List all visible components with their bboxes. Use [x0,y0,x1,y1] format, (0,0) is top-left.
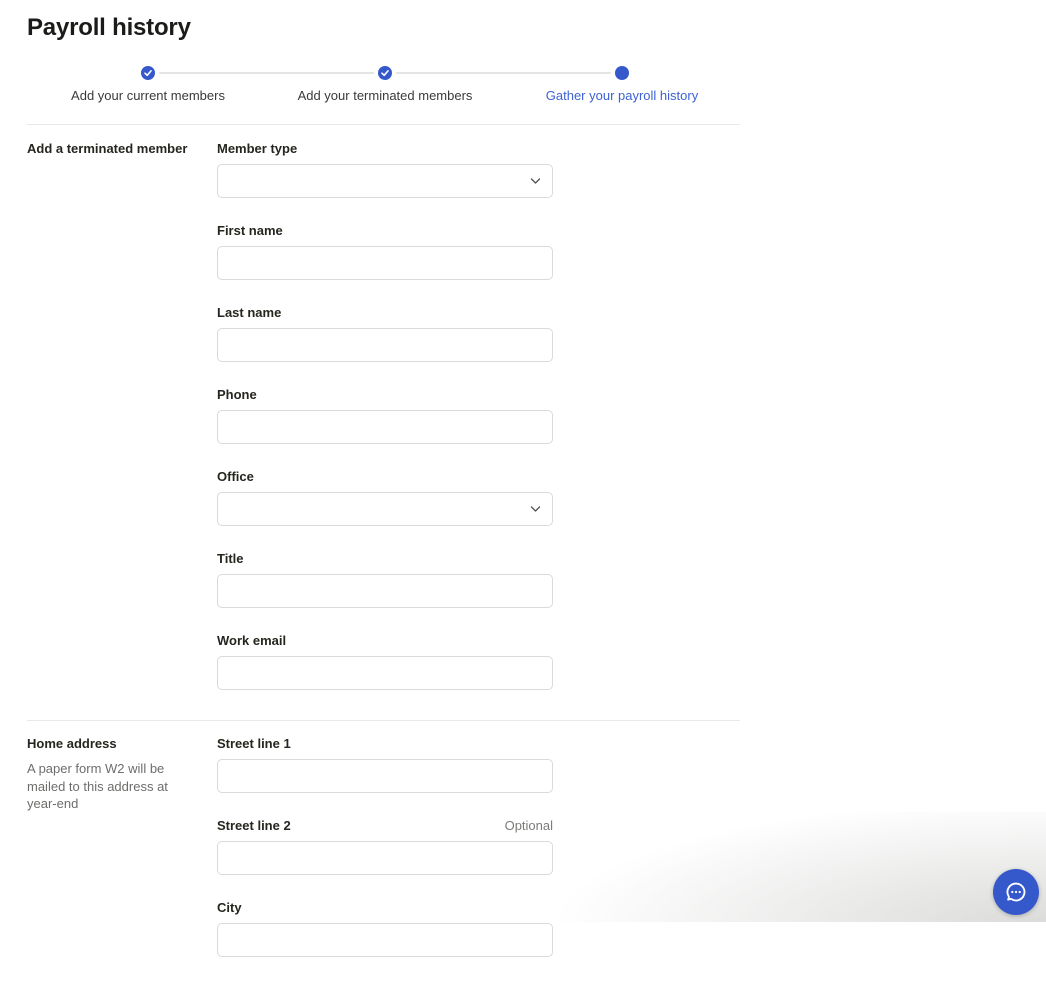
field-title: Title [217,552,553,608]
field-label: Phone [217,387,257,402]
check-circle-icon [141,66,155,80]
field-label: Street line 1 [217,736,291,751]
field-label: Member type [217,141,298,156]
filled-dot-icon [615,66,629,80]
field-label: Work email [217,633,287,648]
progress-stepper: Add your current members Add your termin… [27,66,740,106]
phone-input[interactable] [217,410,553,444]
field-label: Last name [217,305,282,320]
step-label: Add your terminated members [297,88,473,103]
payroll-history-form: Add a terminated member Member type Firs… [27,124,740,987]
title-input[interactable] [217,574,553,608]
check-circle-icon [378,66,392,80]
field-city: City [217,901,553,957]
work-email-input[interactable] [217,656,553,690]
step-label: Add your current members [71,88,225,103]
member-type-select[interactable] [217,164,553,198]
field-label: Title [217,551,244,566]
field-first-name: First name [217,224,553,280]
field-label: Street line 2 [217,818,291,833]
field-label: First name [217,223,283,238]
section-heading: Add a terminated member [27,141,188,156]
street-line-2-input[interactable] [217,841,553,875]
field-last-name: Last name [217,306,553,362]
step-add-current-members[interactable]: Add your current members [38,66,258,103]
step-label: Gather your payroll history [545,88,699,103]
optional-tag: Optional [504,818,553,833]
step-gather-payroll-history[interactable]: Gather your payroll history [512,66,732,103]
first-name-input[interactable] [217,246,553,280]
street-line-1-input[interactable] [217,759,553,793]
field-label: Office [217,469,254,484]
office-select[interactable] [217,492,553,526]
section-heading: Home address [27,736,117,751]
section-help-text: A paper form W2 will be mailed to this a… [27,761,168,811]
step-add-terminated-members[interactable]: Add your terminated members [275,66,495,103]
section-add-terminated-member: Add a terminated member Member type Firs… [27,124,740,720]
chevron-down-icon [529,503,542,516]
page-title: Payroll history [27,14,191,41]
field-member-type: Member type [217,142,553,198]
chevron-down-icon [529,175,542,188]
field-street-line-2: Street line 2 Optional [217,819,553,875]
chat-launcher-button[interactable] [993,869,1039,915]
field-work-email: Work email [217,634,553,690]
city-input[interactable] [217,923,553,957]
field-street-line-1: Street line 1 [217,737,553,793]
field-phone: Phone [217,388,553,444]
section-home-address: Home address A paper form W2 will be mai… [27,720,740,987]
field-office: Office [217,470,553,526]
chat-bubble-icon [1003,879,1029,905]
last-name-input[interactable] [217,328,553,362]
field-label: City [217,900,242,915]
